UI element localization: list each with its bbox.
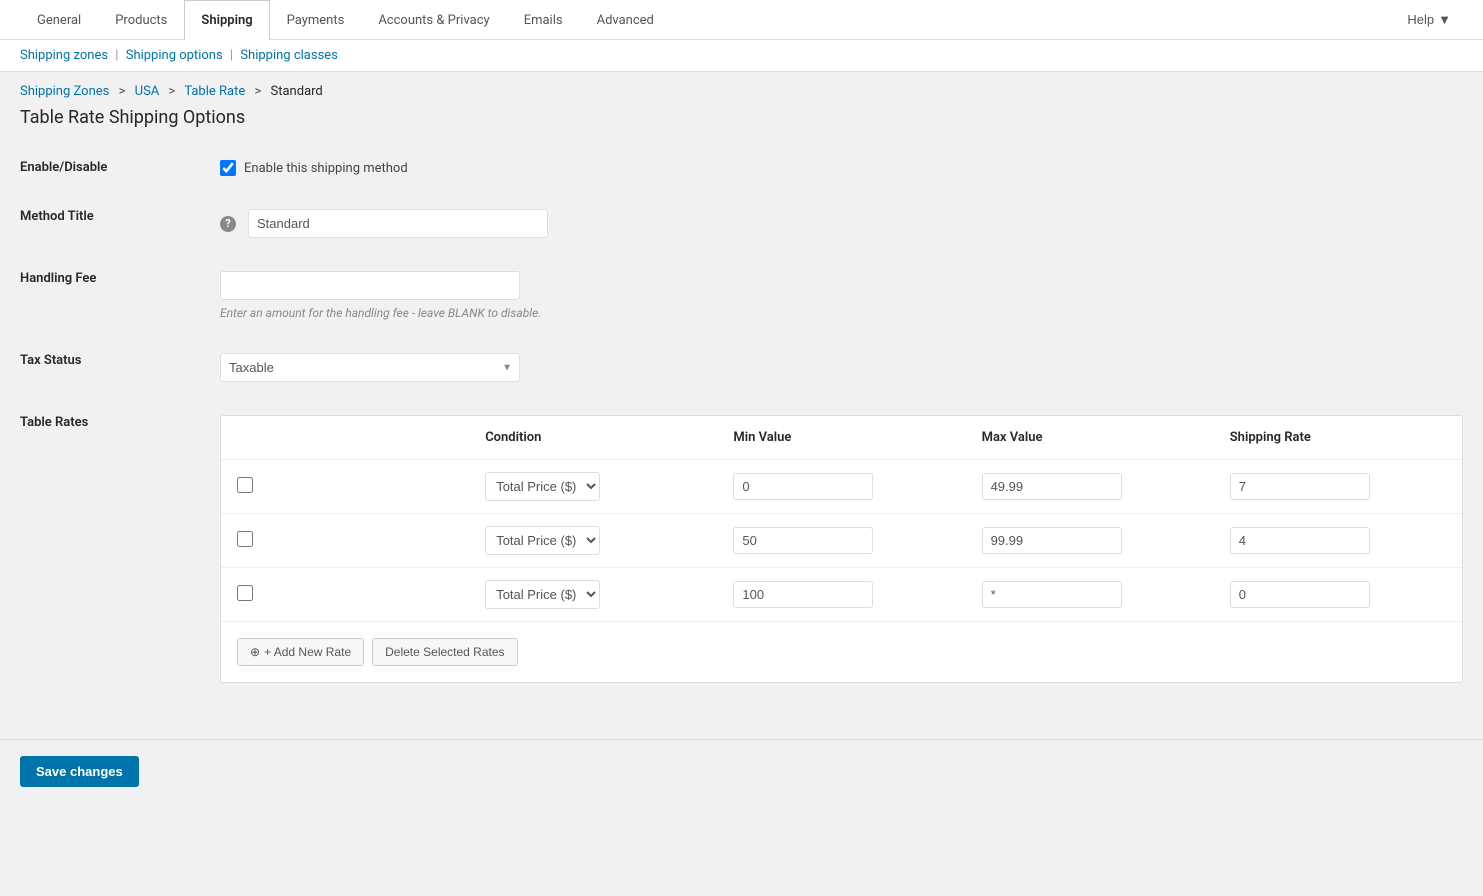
handling-fee-label: Handling Fee (20, 255, 220, 337)
tax-status-row: Tax Status Taxable None (20, 337, 1463, 399)
rates-buttons: ⊕ + Add New Rate Delete Selected Rates (221, 621, 1462, 682)
row3-checkbox-cell (221, 568, 469, 622)
sub-navigation: Shipping zones | Shipping options | Ship… (0, 40, 1483, 72)
row1-condition-select[interactable]: Total Price ($) (485, 472, 600, 501)
rates-header-row: Condition Min Value Max Value Shipping R… (221, 416, 1462, 460)
add-new-rate-button[interactable]: ⊕ + Add New Rate (237, 638, 364, 666)
info-icon: ? (220, 216, 236, 232)
method-title-field: ? (220, 193, 1463, 255)
row2-rate-input[interactable] (1230, 527, 1370, 554)
plus-icon: ⊕ (250, 645, 260, 659)
row1-rate-input[interactable] (1230, 473, 1370, 500)
table-row: Total Price ($) (221, 514, 1462, 568)
handling-fee-field: Enter an amount for the handling fee - l… (220, 255, 1463, 337)
tab-emails[interactable]: Emails (507, 0, 580, 40)
row1-min-input[interactable] (733, 473, 873, 500)
row2-max-cell (966, 514, 1214, 568)
subnav-shipping-options[interactable]: Shipping options (126, 48, 223, 63)
row3-max-cell (966, 568, 1214, 622)
method-title-row: Method Title ? (20, 193, 1463, 255)
rates-col-max-header: Max Value (966, 416, 1214, 460)
tax-status-select[interactable]: Taxable None (220, 353, 520, 382)
chevron-down-icon: ▼ (1438, 12, 1451, 27)
row2-rate-cell (1214, 514, 1462, 568)
method-title-input[interactable] (248, 209, 548, 238)
help-button[interactable]: Help ▼ (1395, 0, 1463, 39)
rates-container: Condition Min Value Max Value Shipping R… (220, 415, 1463, 683)
subnav-shipping-zones[interactable]: Shipping zones (20, 48, 108, 63)
main-content: Enable/Disable Enable this shipping meth… (0, 144, 1483, 739)
row2-condition-select[interactable]: Total Price ($) (485, 526, 600, 555)
row2-min-cell (717, 514, 965, 568)
row1-checkbox[interactable] (237, 477, 253, 493)
row3-condition-select[interactable]: Total Price ($) (485, 580, 600, 609)
tab-list: General Products Shipping Payments Accou… (20, 0, 671, 39)
table-rates-field: Condition Min Value Max Value Shipping R… (220, 399, 1463, 700)
breadcrumb-current: Standard (271, 84, 323, 99)
row1-rate-cell (1214, 460, 1462, 514)
tab-accounts-privacy[interactable]: Accounts & Privacy (361, 0, 506, 40)
method-title-label: Method Title (20, 193, 220, 255)
row1-checkbox-cell (221, 460, 469, 514)
tab-general[interactable]: General (20, 0, 98, 40)
row3-rate-input[interactable] (1230, 581, 1370, 608)
row3-condition-cell: Total Price ($) (469, 568, 717, 622)
rates-col-condition-header: Condition (469, 416, 717, 460)
page-title: Table Rate Shipping Options (0, 103, 1483, 144)
top-navigation: General Products Shipping Payments Accou… (0, 0, 1483, 40)
row3-rate-cell (1214, 568, 1462, 622)
row2-max-input[interactable] (982, 527, 1122, 554)
table-rates-row: Table Rates Condition Min Value Max Valu… (20, 399, 1463, 700)
row3-checkbox[interactable] (237, 585, 253, 601)
table-rates-label: Table Rates (20, 399, 220, 700)
enable-disable-field: Enable this shipping method (220, 144, 1463, 193)
tab-products[interactable]: Products (98, 0, 184, 40)
row3-max-input[interactable] (982, 581, 1122, 608)
breadcrumb-usa[interactable]: USA (135, 84, 160, 99)
row2-condition-cell: Total Price ($) (469, 514, 717, 568)
row3-min-input[interactable] (733, 581, 873, 608)
rates-col-checkbox-header (221, 416, 469, 460)
enable-checkbox[interactable] (220, 160, 236, 176)
table-row: Total Price ($) (221, 568, 1462, 622)
row1-condition-cell: Total Price ($) (469, 460, 717, 514)
breadcrumb-table-rate[interactable]: Table Rate (184, 84, 245, 99)
enable-disable-row: Enable/Disable Enable this shipping meth… (20, 144, 1463, 193)
row2-checkbox[interactable] (237, 531, 253, 547)
rates-col-min-header: Min Value (717, 416, 965, 460)
row1-max-cell (966, 460, 1214, 514)
breadcrumb-shipping-zones[interactable]: Shipping Zones (20, 84, 109, 99)
settings-table: Enable/Disable Enable this shipping meth… (20, 144, 1463, 699)
rates-table: Condition Min Value Max Value Shipping R… (221, 416, 1462, 621)
handling-fee-row: Handling Fee Enter an amount for the han… (20, 255, 1463, 337)
subnav-shipping-classes[interactable]: Shipping classes (240, 48, 338, 63)
rates-col-rate-header: Shipping Rate (1214, 416, 1462, 460)
row1-min-cell (717, 460, 965, 514)
tax-status-field: Taxable None (220, 337, 1463, 399)
save-changes-button[interactable]: Save changes (20, 756, 139, 787)
tax-status-wrapper: Taxable None (220, 353, 520, 382)
handling-fee-input[interactable] (220, 271, 520, 300)
tax-status-label: Tax Status (20, 337, 220, 399)
row2-min-input[interactable] (733, 527, 873, 554)
tab-shipping[interactable]: Shipping (184, 0, 269, 40)
enable-checkbox-label[interactable]: Enable this shipping method (244, 161, 408, 176)
enable-checkbox-row: Enable this shipping method (220, 160, 1463, 176)
row3-min-cell (717, 568, 965, 622)
table-row: Total Price ($) (221, 460, 1462, 514)
enable-disable-label: Enable/Disable (20, 144, 220, 193)
tab-payments[interactable]: Payments (270, 0, 362, 40)
delete-selected-rates-button[interactable]: Delete Selected Rates (372, 638, 517, 666)
row1-max-input[interactable] (982, 473, 1122, 500)
breadcrumb: Shipping Zones > USA > Table Rate > Stan… (0, 72, 1483, 103)
handling-fee-hint: Enter an amount for the handling fee - l… (220, 306, 1463, 320)
tab-advanced[interactable]: Advanced (580, 0, 671, 40)
row2-checkbox-cell (221, 514, 469, 568)
save-section: Save changes (0, 739, 1483, 803)
